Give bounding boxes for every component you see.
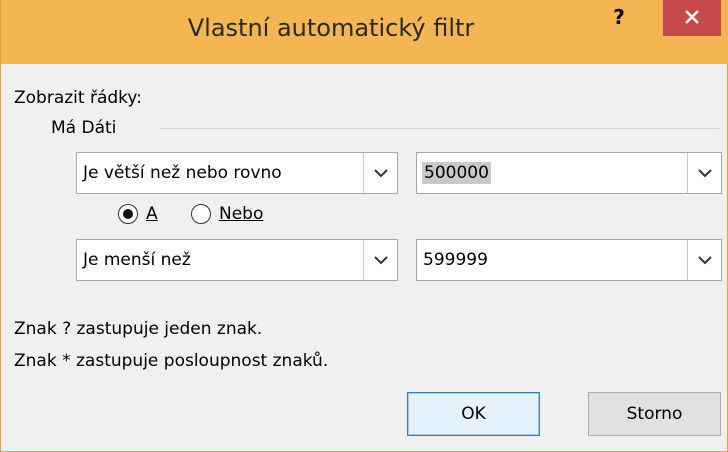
- ok-button[interactable]: OK: [407, 392, 540, 436]
- condition1-value-combo[interactable]: 500000: [416, 152, 722, 194]
- condition1-operator-dropdown[interactable]: [363, 153, 397, 193]
- condition2-value-combo[interactable]: 599999: [416, 239, 722, 281]
- show-rows-label: Zobrazit řádky:: [14, 88, 142, 108]
- cancel-button[interactable]: Storno: [588, 392, 721, 436]
- help-button[interactable]: ?: [599, 6, 639, 34]
- hint-asterisk: Znak * zastupuje posloupnost znaků.: [14, 351, 329, 371]
- close-icon: [685, 10, 699, 24]
- radio-selected-dot: [123, 209, 133, 219]
- chevron-down-icon: [698, 256, 712, 265]
- dialog-title: Vlastní automatický filtr: [187, 14, 475, 42]
- and-radio-label[interactable]: A: [146, 204, 158, 224]
- title-bar: Vlastní automatický filtr ?: [1, 0, 728, 64]
- condition2-operator-select[interactable]: Je menší než: [76, 239, 398, 281]
- chevron-down-icon: [374, 256, 388, 265]
- group-divider: [159, 128, 719, 129]
- condition1-value-dropdown[interactable]: [687, 153, 721, 193]
- chevron-down-icon: [374, 169, 388, 178]
- field-name-label: Má Dáti: [51, 118, 117, 138]
- close-button[interactable]: [663, 0, 721, 36]
- hint-question-mark: Znak ? zastupuje jeden znak.: [14, 319, 263, 339]
- chevron-down-icon: [698, 169, 712, 178]
- condition2-operator-value: Je menší než: [83, 250, 191, 270]
- custom-autofilter-dialog: Vlastní automatický filtr ? Zobrazit řád…: [0, 0, 728, 452]
- condition1-value[interactable]: 500000: [422, 162, 491, 184]
- condition2-value-dropdown[interactable]: [687, 240, 721, 280]
- condition2-value[interactable]: 599999: [423, 250, 488, 270]
- or-radio[interactable]: [191, 204, 211, 224]
- and-radio[interactable]: [118, 204, 138, 224]
- condition2-operator-dropdown[interactable]: [363, 240, 397, 280]
- condition1-operator-select[interactable]: Je větší než nebo rovno: [76, 152, 398, 194]
- or-radio-label[interactable]: Nebo: [219, 204, 263, 224]
- condition1-operator-value: Je větší než nebo rovno: [83, 163, 282, 183]
